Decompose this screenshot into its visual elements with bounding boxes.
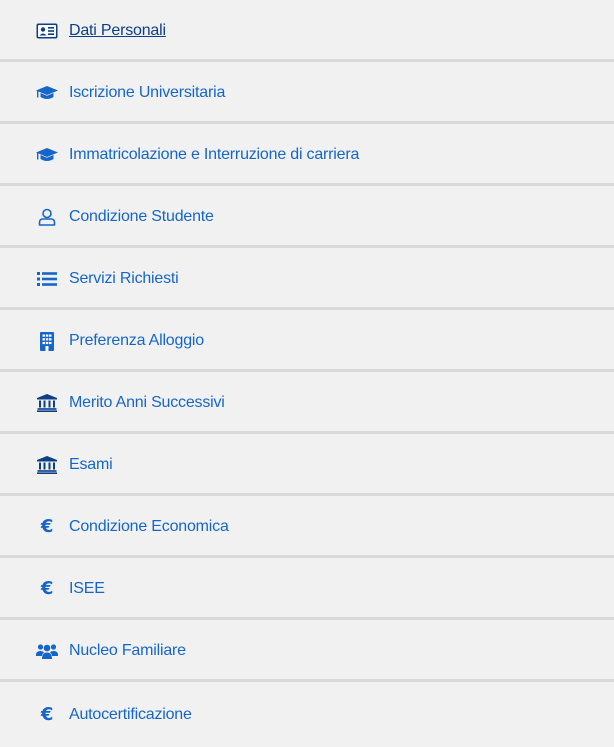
menu-item-label[interactable]: Dati Personali	[69, 22, 166, 40]
menu-item-condizione-economica[interactable]: € Condizione Economica	[0, 496, 614, 558]
menu-item-dati-personali[interactable]: Dati Personali	[0, 0, 614, 62]
menu-item-label[interactable]: Esami	[69, 456, 113, 474]
euro-icon: €	[40, 578, 54, 599]
euro-icon: €	[40, 516, 54, 537]
graduation-cap-icon	[35, 83, 59, 103]
euro-icon: €	[40, 703, 54, 725]
menu-item-label[interactable]: Autocertificazione	[69, 706, 192, 724]
graduation-cap-icon	[35, 145, 59, 165]
menu-item-esami[interactable]: Esami	[0, 434, 614, 496]
menu-item-iscrizione-universitaria[interactable]: Iscrizione Universitaria	[0, 62, 614, 124]
building-icon	[35, 331, 59, 351]
menu-item-isee[interactable]: € ISEE	[0, 558, 614, 620]
menu-item-condizione-studente[interactable]: Condizione Studente	[0, 186, 614, 248]
menu-item-label[interactable]: Nucleo Familiare	[69, 642, 186, 660]
university-icon	[35, 455, 59, 475]
menu-item-immatricolazione[interactable]: Immatricolazione e Interruzione di carri…	[0, 124, 614, 186]
menu-item-autocertificazione[interactable]: € Autocertificazione	[0, 682, 614, 747]
menu-item-label[interactable]: Servizi Richiesti	[69, 270, 179, 288]
menu-item-merito-anni-successivi[interactable]: Merito Anni Successivi	[0, 372, 614, 434]
menu-item-label[interactable]: Immatricolazione e Interruzione di carri…	[69, 146, 359, 164]
menu-item-label[interactable]: Condizione Economica	[69, 518, 229, 536]
menu-item-label[interactable]: Preferenza Alloggio	[69, 332, 204, 350]
user-icon	[35, 207, 59, 227]
users-icon	[35, 641, 59, 661]
menu-item-nucleo-familiare[interactable]: Nucleo Familiare	[0, 620, 614, 682]
menu-item-preferenza-alloggio[interactable]: Preferenza Alloggio	[0, 310, 614, 372]
menu-item-label[interactable]: Iscrizione Universitaria	[69, 84, 225, 102]
menu-item-label[interactable]: Condizione Studente	[69, 208, 214, 226]
side-menu: Dati Personali Iscrizione Universitaria …	[0, 0, 614, 747]
menu-item-label[interactable]: ISEE	[69, 580, 105, 598]
list-icon	[35, 269, 59, 289]
menu-item-servizi-richiesti[interactable]: Servizi Richiesti	[0, 248, 614, 310]
id-card-icon	[35, 21, 59, 41]
university-icon	[35, 393, 59, 413]
menu-item-label[interactable]: Merito Anni Successivi	[69, 394, 225, 412]
